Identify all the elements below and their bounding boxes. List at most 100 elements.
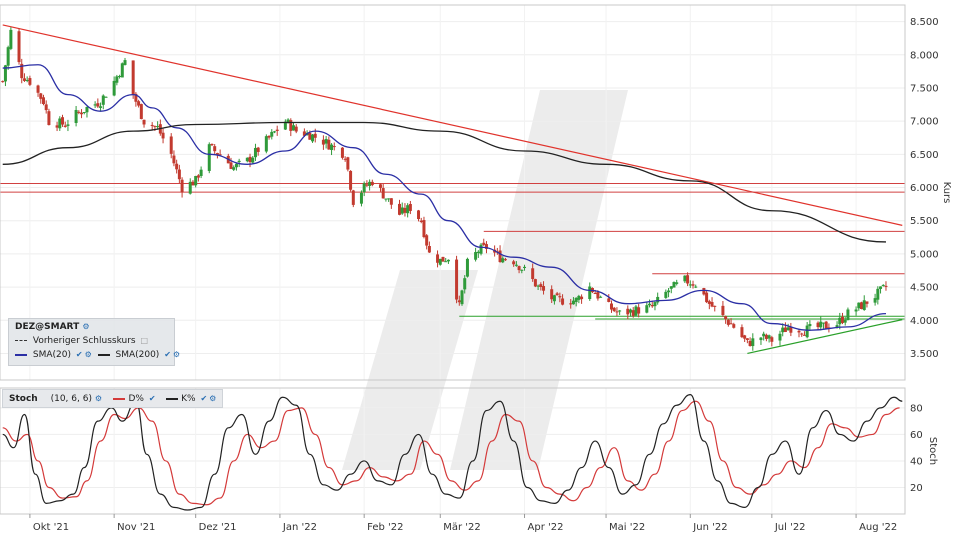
candle-down [267, 135, 271, 138]
check-icon[interactable]: ✔ [200, 394, 207, 403]
check-icon[interactable]: ✔ [149, 394, 156, 403]
candle-up [819, 321, 823, 328]
candle-up [237, 160, 241, 163]
candle-up [245, 157, 249, 162]
checkbox-icon[interactable]: □ [141, 336, 149, 345]
d-swatch [113, 397, 126, 400]
candle-down [17, 31, 21, 63]
candle-down [802, 334, 806, 336]
candle-down [631, 310, 635, 316]
candle-down [55, 125, 59, 128]
watermark-stroke-1 [450, 90, 628, 470]
candle-up [104, 96, 108, 98]
candle-up [118, 76, 122, 78]
candle-down [169, 136, 173, 154]
candle-down [702, 288, 706, 295]
settings-icon[interactable]: ⚙ [209, 394, 216, 403]
candle-up [667, 290, 671, 293]
candle-down [398, 203, 402, 215]
settings-icon[interactable]: ⚙ [85, 350, 92, 359]
candle-down [191, 181, 195, 186]
candle-up [272, 131, 276, 133]
candle-down [503, 259, 507, 261]
stoch-params: (10, 6, 6) [50, 394, 92, 404]
stoch-k-label: K% [181, 394, 196, 404]
candle-up [759, 337, 763, 341]
candle-up [694, 286, 698, 288]
candle-up [751, 338, 755, 347]
stoch-panel [2, 394, 903, 511]
settings-icon[interactable]: ⚙ [95, 394, 102, 403]
candle-up [574, 297, 578, 303]
candle-down [351, 190, 355, 205]
candle-down [346, 157, 350, 170]
candle-up [879, 286, 883, 289]
candle-down [403, 207, 407, 213]
candle-up [523, 266, 527, 269]
candle-down [419, 220, 423, 222]
candle-up [588, 286, 592, 300]
candle-down [256, 147, 260, 152]
candle-down [327, 139, 331, 150]
price-y-label: Kurs [941, 182, 952, 204]
candle-up [232, 167, 236, 170]
legend-instrument: DEZ@SMART [15, 322, 80, 332]
candle-down [512, 261, 516, 265]
price-y-tick: 5.500 [910, 216, 939, 227]
settings-icon[interactable]: ⚙ [173, 350, 180, 359]
candle-up [115, 76, 119, 83]
candle-up [400, 207, 404, 214]
candle-down [1, 81, 5, 83]
candle-down [389, 198, 393, 205]
candle-down [840, 316, 844, 323]
candle-up [359, 192, 363, 204]
candle-up [857, 302, 861, 309]
candle-up [362, 183, 366, 193]
candle-up [634, 306, 638, 316]
candle-down [482, 242, 486, 245]
candle-up [194, 176, 198, 186]
candle-down [332, 146, 336, 148]
price-y-tick: 7.500 [910, 83, 939, 94]
candle-up [6, 47, 10, 66]
chart-root: 3.500 4.000 4.500 5.000 5.500 6.000 6.500 7.000… [0, 0, 960, 540]
candle-down [748, 340, 752, 347]
check-icon[interactable]: ✔ [76, 350, 83, 359]
candle-down [721, 305, 725, 316]
candle-down [555, 293, 559, 296]
candle-down [441, 256, 445, 262]
candle-up [683, 275, 687, 282]
candle-down [607, 298, 611, 302]
candle-down [28, 78, 32, 85]
price-y-tick: 4.500 [910, 283, 939, 294]
candle-up [629, 309, 633, 313]
grid [0, 5, 905, 514]
candle-up [384, 198, 388, 200]
candle-down [732, 324, 736, 328]
candle-up [93, 104, 97, 106]
candle-up [406, 205, 410, 214]
candle-down [612, 307, 616, 312]
stoch-y-label: Stoch [927, 437, 938, 465]
candle-down [61, 117, 65, 125]
candle-up [675, 282, 679, 284]
stoch-y-tick: 80 [910, 403, 923, 414]
candle-up [234, 163, 238, 168]
stoch-k-line [2, 394, 903, 511]
candle-up [577, 295, 581, 300]
candle-down [542, 286, 546, 291]
candle-down [381, 188, 385, 199]
candle-up [324, 139, 328, 144]
settings-icon[interactable]: ⚙ [82, 322, 89, 331]
candle-up [862, 300, 866, 311]
candle-up [251, 157, 255, 163]
candle-down [313, 133, 317, 138]
candle-up [465, 258, 469, 277]
candle-down [139, 104, 143, 120]
candle-up [74, 109, 78, 123]
candle-down [745, 338, 749, 340]
candle-up [479, 244, 483, 254]
candle-down [705, 292, 709, 303]
candle-up [672, 282, 676, 288]
check-icon[interactable]: ✔ [164, 350, 171, 359]
